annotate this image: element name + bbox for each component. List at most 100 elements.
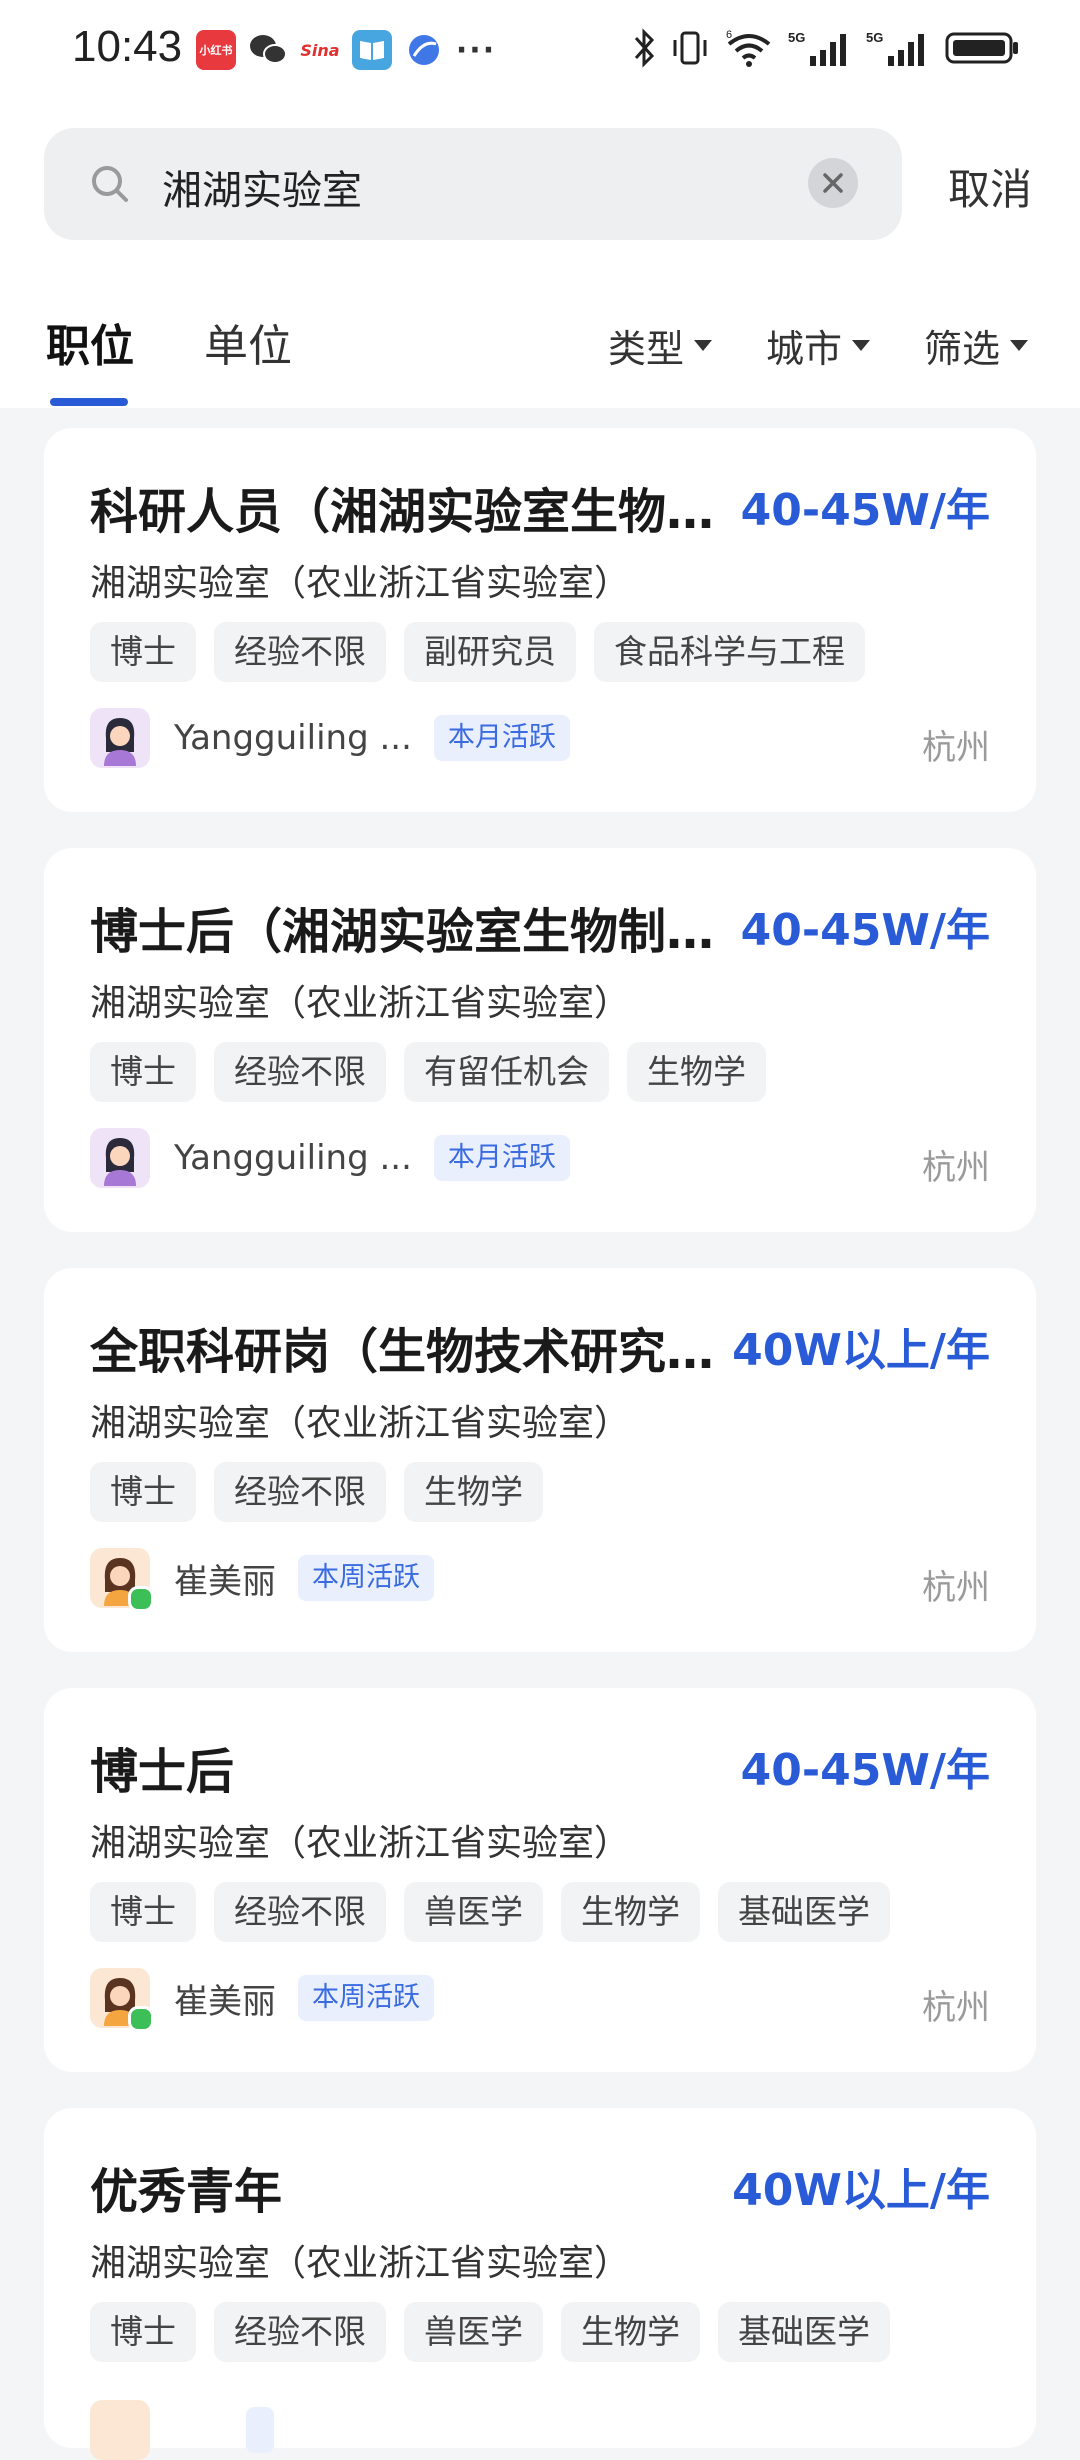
avatar [90,1968,154,2032]
search-input[interactable]: 湘湖实验室 [44,128,902,240]
job-tags: 博士 经验不限 副研究员 食品科学与工程 [90,622,865,682]
recruiter-info: Yangguiling ... 本月活跃 [90,708,570,768]
job-company: 湘湖实验室（农业浙江省实验室） [90,1403,631,1444]
job-company: 湘湖实验室（农业浙江省实验室） [90,2243,631,2284]
recruiter-info: Yangguiling ... 本月活跃 [90,1128,570,1188]
job-card[interactable]: 全职科研岗（生物技术研究… 40W以上/年 湘湖实验室（农业浙江省实验室） 博士… [44,1268,1036,1652]
bluetooth-icon [634,28,655,68]
more-dots-icon: ··· [455,32,497,68]
job-tag: 食品科学与工程 [594,622,865,682]
xiaohongshu-icon: 小红书 [196,30,236,70]
caret-down-icon [852,340,871,351]
job-tag: 生物学 [561,1882,700,1942]
clear-search-button[interactable] [808,158,858,208]
filter-type[interactable]: 类型 [608,318,713,373]
job-card[interactable]: 优秀青年 40W以上/年 湘湖实验室（农业浙江省实验室） 博士 经验不限 兽医学… [44,2108,1036,2460]
battery-icon [945,32,1018,64]
job-tags: 博士 经验不限 有留任机会 生物学 [90,1042,766,1102]
job-company: 湘湖实验室（农业浙江省实验室） [90,563,631,604]
job-tag: 基础医学 [718,1882,890,1942]
activity-badge: 本月活跃 [433,1135,570,1181]
tab-companies[interactable]: 单位 [204,310,292,374]
recruiter-info: 崔美丽 本周活跃 [90,1548,434,1612]
job-tag: 博士 [90,2302,196,2362]
vibrate-icon [673,31,707,65]
job-tag: 博士 [90,1882,196,1942]
activity-badge: 本周活跃 [298,1555,434,1601]
active-tab-indicator [50,398,128,406]
job-salary: 40-45W/年 [740,905,990,956]
recruiter-info: 崔美丽 本周活跃 [90,1968,434,2032]
recruiter-name: 崔美丽 [174,1561,276,1602]
cancel-button[interactable]: 取消 [948,156,1032,217]
signal-5g-icon: 5G [866,30,924,66]
job-company: 湘湖实验室（农业浙江省实验室） [90,983,631,1024]
job-salary: 40-45W/年 [740,1745,990,1796]
book-reader-icon [352,30,392,70]
caret-down-icon [1010,340,1029,351]
avatar [90,1548,154,1612]
sina-icon: Sina [300,30,340,70]
browser-icon [404,30,444,70]
close-icon [823,173,843,193]
job-tag: 经验不限 [214,2302,386,2362]
recruiter-info [90,2400,274,2460]
wifi-icon: 6 [726,29,771,67]
job-city: 杭州 [922,728,990,768]
job-title: 博士后（湘湖实验室生物制… [90,904,715,960]
caret-down-icon [694,340,713,351]
job-title: 科研人员（湘湖实验室生物… [90,484,715,540]
job-tags: 博士 经验不限 兽医学 生物学 基础医学 [90,1882,890,1942]
job-salary: 40W以上/年 [732,1325,990,1376]
activity-badge: 本周活跃 [298,1975,434,2021]
search-header: 湘湖实验室 取消 职位 单位 类型 城市 筛选 [0,100,1080,408]
tab-jobs[interactable]: 职位 [46,310,134,374]
notification-icons: 小红书 Sina ··· [196,30,496,70]
job-title: 全职科研岗（生物技术研究… [90,1324,715,1380]
job-tag: 经验不限 [214,1462,386,1522]
job-tags: 博士 经验不限 兽医学 生物学 基础医学 [90,2302,890,2362]
job-title: 优秀青年 [90,2164,283,2220]
job-tag: 基础医学 [718,2302,890,2362]
job-city: 杭州 [922,1568,990,1608]
tab-bar: 职位 单位 类型 城市 筛选 [0,300,1080,408]
system-icons: 6 5G 5G [632,28,1020,68]
search-query[interactable]: 湘湖实验室 [162,158,362,216]
job-tag: 生物学 [561,2302,700,2362]
job-title: 博士后 [90,1744,235,1800]
avatar [90,1128,150,1188]
filter-city[interactable]: 城市 [766,318,871,373]
clock: 10:43 [72,22,183,71]
status-bar: 10:43 小红书 Sina ··· 6 5G 5G [0,0,1080,100]
activity-badge [246,2407,274,2453]
job-salary: 40-45W/年 [740,485,990,536]
job-company: 湘湖实验室（农业浙江省实验室） [90,1823,631,1864]
search-icon [92,166,128,202]
job-tag: 博士 [90,1462,196,1522]
network-5g-label: 5G [866,30,883,45]
job-tag: 兽医学 [404,2302,543,2362]
filter-more[interactable]: 筛选 [924,318,1029,373]
job-card[interactable]: 博士后 40-45W/年 湘湖实验室（农业浙江省实验室） 博士 经验不限 兽医学… [44,1688,1036,2072]
job-city: 杭州 [922,1988,990,2028]
avatar [90,2400,150,2460]
network-5g-label: 5G [788,30,805,45]
sina-label: Sina [300,40,340,60]
job-card[interactable]: 博士后（湘湖实验室生物制… 40-45W/年 湘湖实验室（农业浙江省实验室） 博… [44,848,1036,1232]
xhs-label: 小红书 [199,44,233,57]
job-tag: 经验不限 [214,1882,386,1942]
job-tag: 副研究员 [404,622,576,682]
online-status-dot [128,1586,154,1612]
job-tag: 生物学 [627,1042,766,1102]
activity-badge: 本月活跃 [433,715,570,761]
job-tag: 经验不限 [214,1042,386,1102]
online-status-dot [128,2006,154,2032]
avatar [90,708,150,768]
job-card[interactable]: 科研人员（湘湖实验室生物… 40-45W/年 湘湖实验室（农业浙江省实验室） 博… [44,428,1036,812]
job-tag: 生物学 [404,1462,543,1522]
job-city: 杭州 [922,1148,990,1188]
job-tag: 兽医学 [404,1882,543,1942]
job-tags: 博士 经验不限 生物学 [90,1462,543,1522]
wechat-icon [248,30,288,70]
filter-type-label: 类型 [608,327,685,371]
